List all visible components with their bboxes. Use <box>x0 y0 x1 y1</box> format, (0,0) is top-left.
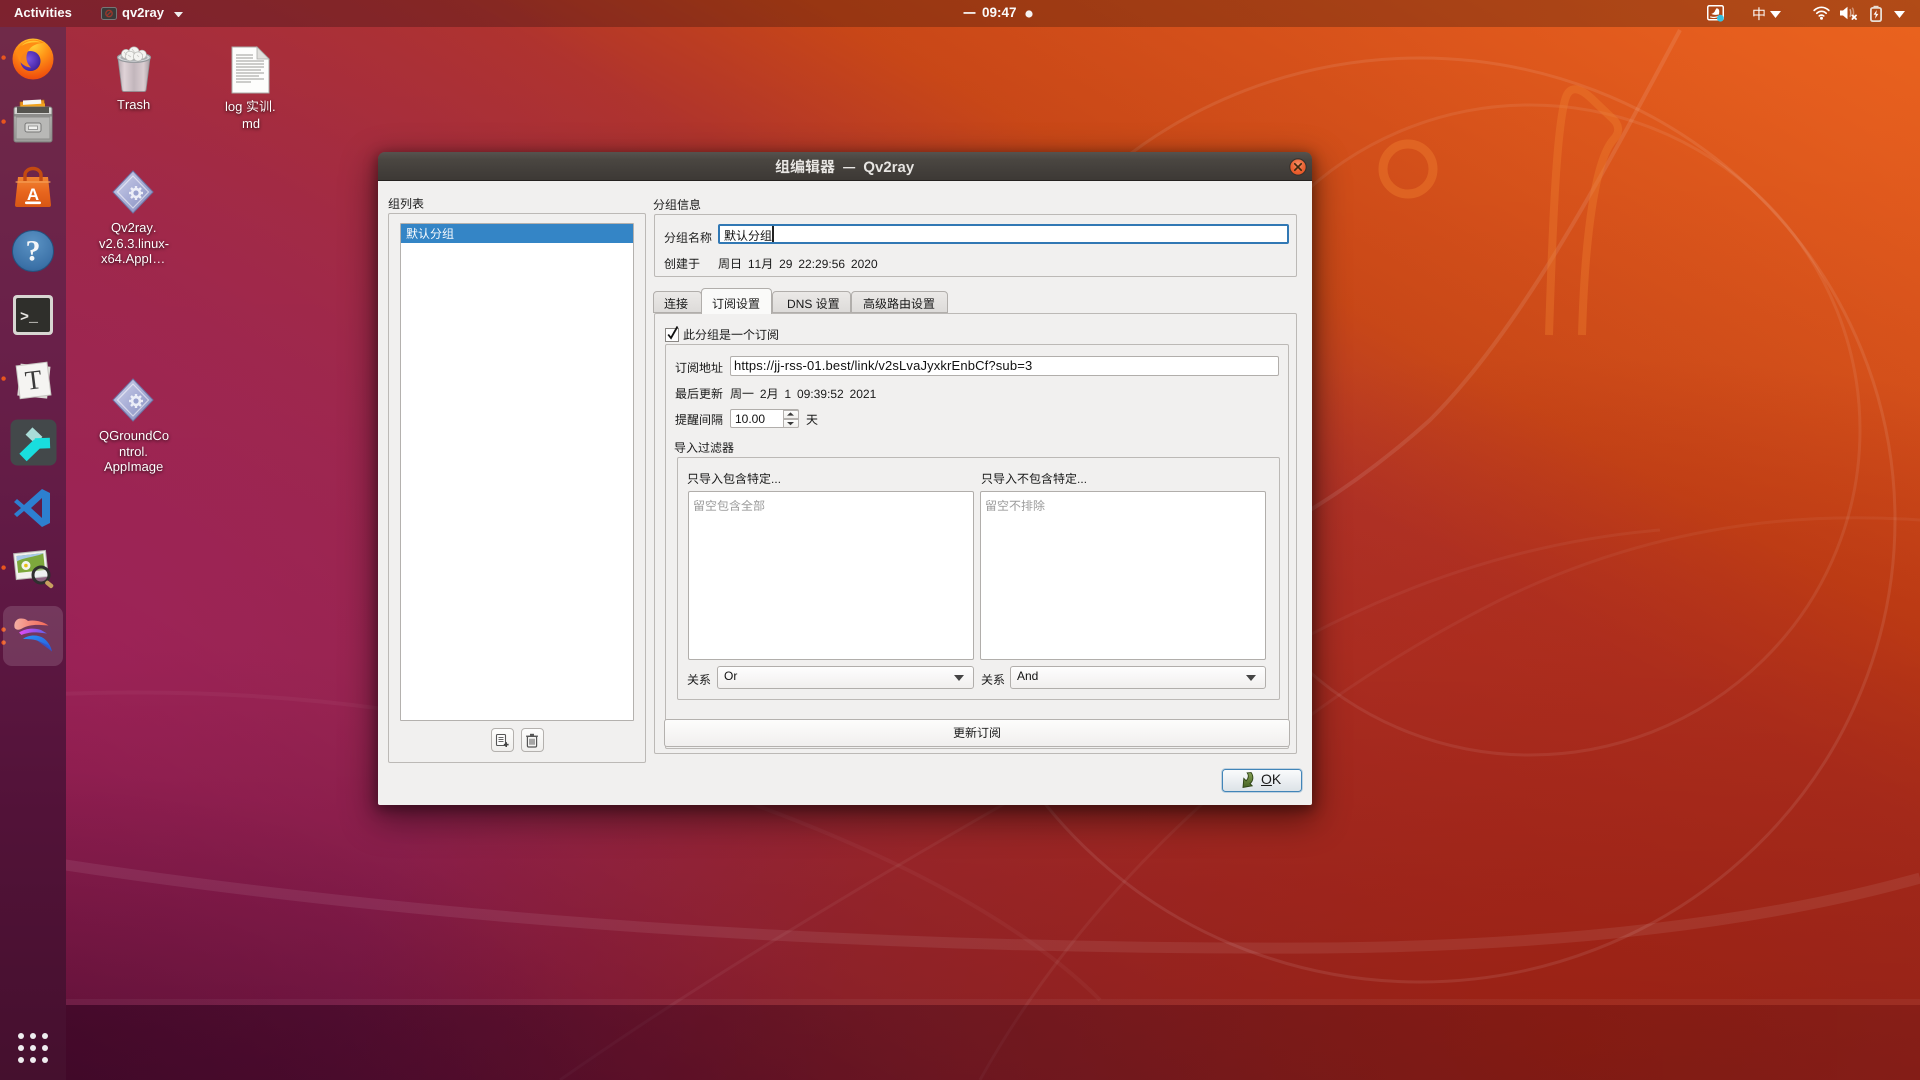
svg-text:?: ? <box>26 235 41 268</box>
svg-text:>_: >_ <box>20 309 39 326</box>
svg-text:A: A <box>27 185 39 204</box>
